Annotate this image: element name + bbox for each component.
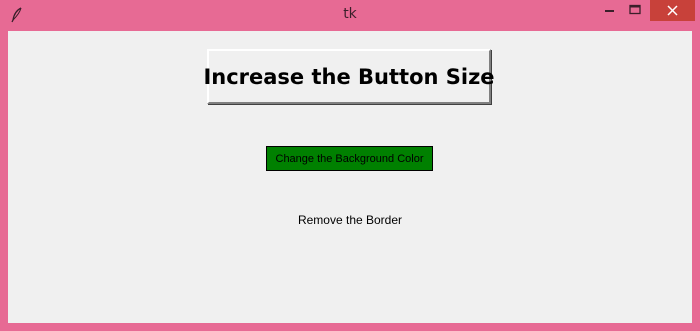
minimize-icon xyxy=(596,6,624,25)
change-background-color-button[interactable]: Change the Background Color xyxy=(266,146,433,171)
minimize-button[interactable] xyxy=(596,0,624,21)
window-title: tk xyxy=(343,6,357,22)
close-button[interactable] xyxy=(650,0,695,21)
maximize-button[interactable] xyxy=(621,0,649,21)
title-bar[interactable]: tk xyxy=(0,0,700,31)
close-icon xyxy=(650,5,695,25)
client-area: Increase the Button Size Change the Back… xyxy=(8,31,692,323)
increase-button-size-button[interactable]: Increase the Button Size xyxy=(203,49,495,104)
maximize-icon xyxy=(621,4,649,25)
app-window: tk Increase the Button Size Change the B… xyxy=(0,0,700,331)
remove-border-button[interactable]: Remove the Border xyxy=(278,209,422,231)
